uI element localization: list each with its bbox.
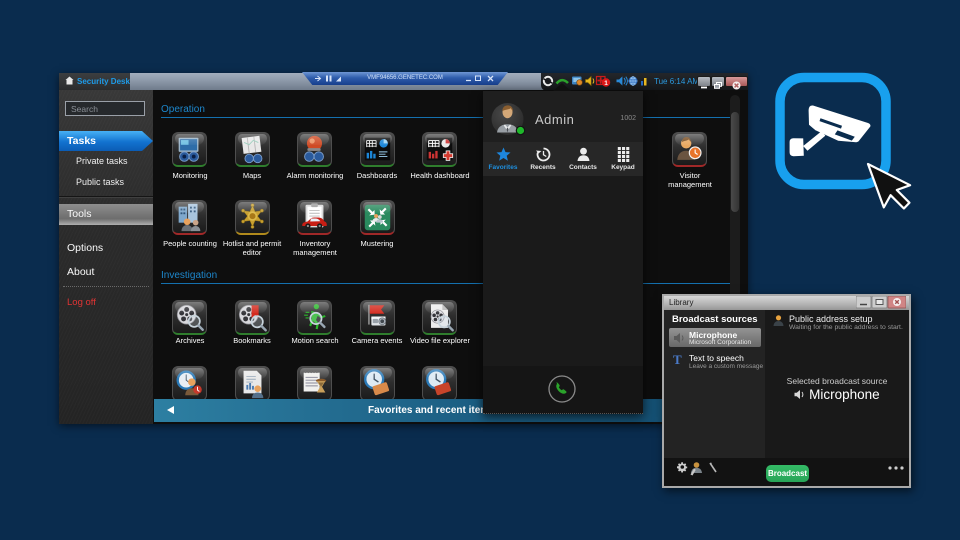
svg-text:1: 1 [604,80,608,87]
